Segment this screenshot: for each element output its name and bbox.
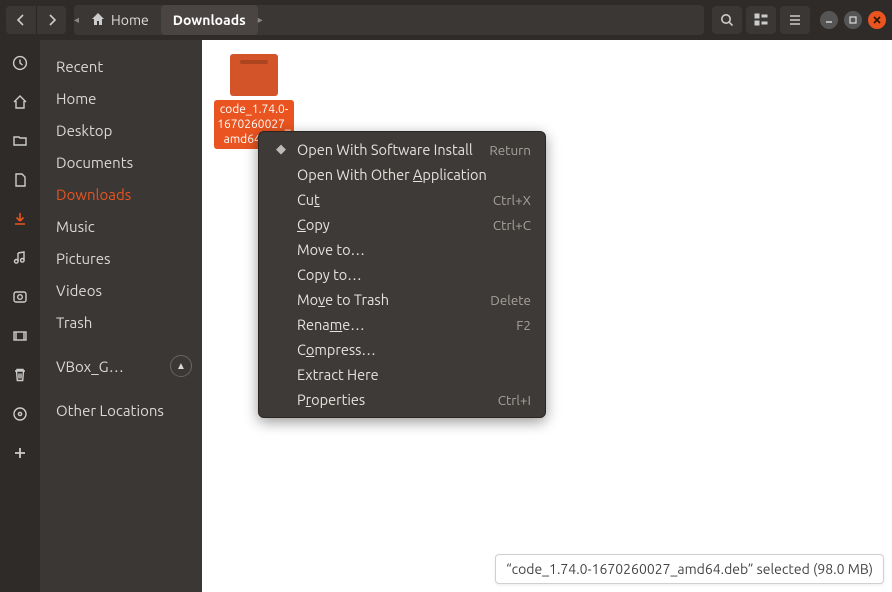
sidebar-item-desktop[interactable]: Desktop [40,114,202,146]
sidebar-item-recent[interactable]: Recent [40,50,202,82]
path-current-label: Downloads [173,12,246,28]
ctx-accel: Ctrl+I [498,392,531,408]
ctx-properties[interactable]: Properties Ctrl+I [259,387,545,412]
pictures-icon [11,288,29,306]
path-current[interactable]: Downloads [161,5,258,35]
sidebar-item-trash[interactable]: Trash [40,306,202,338]
ctx-compress[interactable]: Compress… [259,337,545,362]
ctx-open-with-install[interactable]: ◆ Open With Software Install Return [259,137,545,162]
ctx-label: Open With Other Application [291,166,531,183]
context-menu: ◆ Open With Software Install Return Open… [258,131,546,418]
sidebar-item-label: Trash [56,314,92,331]
window-controls [820,11,886,29]
close-button[interactable] [868,11,886,29]
status-bar: “code_1.74.0-1670260027_amd64.deb” selec… [495,554,884,584]
ctx-accel: Delete [490,292,531,308]
ctx-move-to[interactable]: Move to… [259,237,545,262]
ctx-label: Move to… [291,241,531,258]
sidebar-item-label: Music [56,218,95,235]
ctx-label: Move to Trash [291,291,490,308]
desktop-icon [11,132,29,150]
ctx-cut[interactable]: Cut Ctrl+X [259,187,545,212]
ctx-copy-to[interactable]: Copy to… [259,262,545,287]
sidebar-item-label: Downloads [56,186,131,203]
sidebar-item-label: Pictures [56,250,111,267]
downloads-icon [11,210,29,228]
back-button[interactable] [6,6,36,34]
minimize-button[interactable] [820,11,838,29]
videos-icon [11,327,29,345]
sidebar: Recent Home Desktop Documents Downloads … [40,40,202,592]
sidebar-item-label: Desktop [56,122,112,139]
ctx-accel: Ctrl+X [493,192,531,208]
plus-icon [11,444,29,462]
icon-rail [0,40,40,592]
sidebar-item-pictures[interactable]: Pictures [40,242,202,274]
maximize-button[interactable] [844,11,862,29]
ctx-open-with-other[interactable]: Open With Other Application [259,162,545,187]
hamburger-button[interactable] [780,6,810,34]
ctx-rename[interactable]: Rename… F2 [259,312,545,337]
trash-icon [11,366,29,384]
path-home-label: Home [111,12,149,28]
ctx-label: Copy to… [291,266,531,283]
disc-icon [11,405,29,423]
titlebar: ◂ Home Downloads ▸ [0,0,892,40]
sidebar-item-label: VBox_G… [56,358,124,375]
sidebar-item-videos[interactable]: Videos [40,274,202,306]
ctx-accel: F2 [516,317,531,333]
path-bar: ◂ Home Downloads ▸ [74,5,704,35]
ctx-accel: Return [489,142,531,158]
recent-icon [11,54,29,72]
eject-button[interactable]: ▲ [170,355,192,377]
sidebar-item-vbox[interactable]: VBox_G… ▲ [40,350,202,382]
ctx-label: Properties [291,391,498,408]
music-icon [11,249,29,267]
nav-back-forward [6,6,66,34]
sidebar-item-downloads[interactable]: Downloads [40,178,202,210]
sidebar-item-documents[interactable]: Documents [40,146,202,178]
home-icon [11,93,29,111]
sidebar-item-music[interactable]: Music [40,210,202,242]
search-button[interactable] [712,6,742,34]
view-mode-button[interactable] [746,6,776,34]
ctx-accel: Ctrl+C [493,217,531,233]
sidebar-item-label: Other Locations [56,402,164,419]
ctx-extract-here[interactable]: Extract Here [259,362,545,387]
ctx-copy[interactable]: Copy Ctrl+C [259,212,545,237]
ctx-label: Copy [291,216,493,233]
ctx-label: Cut [291,191,493,208]
ctx-move-to-trash[interactable]: Move to Trash Delete [259,287,545,312]
path-chevron-icon: ▸ [258,5,263,35]
package-icon [230,54,278,96]
ctx-label: Compress… [291,341,531,358]
path-home[interactable]: Home [79,5,161,35]
documents-icon [11,171,29,189]
home-icon [91,12,105,29]
ctx-label: Extract Here [291,366,531,383]
ctx-label: Rename… [291,316,516,333]
sidebar-item-label: Documents [56,154,133,171]
forward-button[interactable] [36,6,66,34]
sidebar-item-label: Videos [56,282,102,299]
ctx-label: Open With Software Install [291,141,489,158]
sidebar-item-label: Home [56,90,96,107]
sidebar-item-home[interactable]: Home [40,82,202,114]
sidebar-item-label: Recent [56,58,103,75]
package-icon: ◆ [271,142,291,157]
sidebar-item-other-locations[interactable]: Other Locations [40,394,202,426]
